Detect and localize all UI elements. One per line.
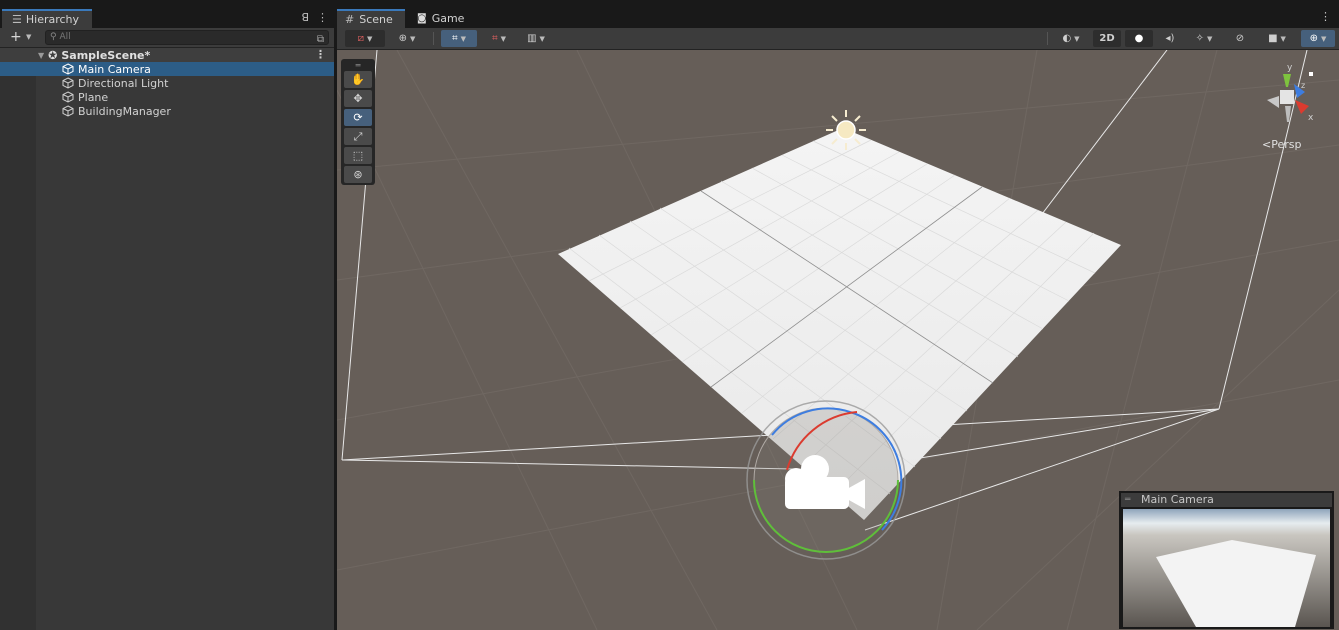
tab-scene[interactable]: # Scene	[337, 9, 405, 28]
search-placeholder: All	[59, 32, 71, 42]
search-icon: ⚲	[50, 32, 57, 42]
gameobject-cube-icon	[62, 63, 74, 75]
hierarchy-item-directional-light[interactable]: Directional Light	[0, 76, 334, 90]
audio-toggle[interactable]: ◂)	[1157, 30, 1183, 47]
2d-label: 2D	[1099, 33, 1115, 44]
snap-increment-icon: ⌗	[491, 33, 498, 44]
chevron-left-icon: <	[1262, 138, 1272, 151]
expand-arrow-icon[interactable]: ▼	[38, 51, 44, 60]
projection-toggle[interactable]: <Persp	[1262, 138, 1301, 151]
scene-menu-icon[interactable]: ⋮	[315, 48, 326, 61]
scene-panel: # Scene ◙ Game ⋮ ⧄ ▼ ⊕ ▼ ⌗ ▼ ⌗ ▼ ▥ ▼ ◐ ▼ 2D	[337, 7, 1339, 630]
gameobject-cube-icon	[62, 77, 74, 89]
tab-label: Game	[431, 12, 465, 25]
scene-viewport[interactable]: ═ ✋ ✥ ⟳ ⤢ ⬚ ⊛ y z x <Persp ═ Main Camera	[337, 50, 1339, 630]
drag-handle-icon: ═	[1125, 495, 1131, 505]
scene-visibility-icon[interactable]: ⧉	[317, 33, 324, 46]
hierarchy-tabbar: ☰ Hierarchy ꓭ ⋮	[0, 7, 334, 28]
gizmo-globe-icon: ⊕	[1309, 33, 1318, 44]
hierarchy-item-main-camera[interactable]: Main Camera	[0, 62, 334, 76]
rect-tool-icon[interactable]: ⬚	[344, 147, 372, 164]
hierarchy-tree: ▼ ✪ SampleScene* ⋮ Main Camera Direction…	[0, 48, 334, 630]
transform-tool-icon[interactable]: ⊛	[344, 166, 372, 183]
camera-icon: ■	[1268, 33, 1278, 44]
grid-icon: #	[345, 13, 355, 26]
camera-preview-render	[1123, 509, 1330, 627]
tab-label: Scene	[359, 13, 393, 26]
camera-settings-dropdown[interactable]: ■ ▼	[1257, 30, 1297, 47]
kebab-menu-icon[interactable]: ⋮	[317, 11, 328, 24]
eye-slash-icon: ⊘	[1235, 33, 1245, 44]
grid-snap-toggle[interactable]: ⌗ ▼	[441, 30, 477, 47]
hierarchy-panel: ☰ Hierarchy ꓭ ⋮ + ▼ ⚲ All ⧉ ▼ ✪ SampleSc…	[0, 7, 334, 630]
scene-row[interactable]: ▼ ✪ SampleScene* ⋮	[0, 48, 334, 62]
globe-icon: ⊕	[398, 33, 407, 44]
effects-icon: ✧	[1195, 33, 1204, 44]
camera-preview-header[interactable]: ═ Main Camera	[1121, 493, 1332, 507]
scene-tools-overlay: ═ ✋ ✥ ⟳ ⤢ ⬚ ⊛	[341, 59, 375, 185]
ruler-grid-icon: ▥	[527, 33, 537, 44]
item-label: Directional Light	[78, 76, 169, 90]
scene-name: SampleScene*	[61, 48, 151, 62]
camera-preview-title: Main Camera	[1141, 493, 1214, 506]
draw-mode-dropdown[interactable]: ⧄ ▼	[345, 30, 385, 47]
hierarchy-item-building-manager[interactable]: BuildingManager	[0, 104, 334, 118]
2d-toggle-button[interactable]: 2D	[1093, 30, 1121, 47]
gameobject-cube-icon	[62, 91, 74, 103]
item-label: BuildingManager	[78, 104, 171, 118]
gizmo-y-label: y	[1287, 63, 1293, 73]
lightbulb-icon: ●	[1134, 33, 1144, 44]
gizmo-x-label: x	[1308, 113, 1314, 123]
hierarchy-item-plane[interactable]: Plane	[0, 90, 334, 104]
snap-increment-dropdown[interactable]: ⌗ ▼	[481, 30, 517, 47]
scale-tool-icon[interactable]: ⤢	[344, 128, 372, 145]
item-label: Plane	[78, 90, 109, 104]
add-object-button[interactable]: +	[10, 30, 22, 44]
hierarchy-search-input[interactable]: ⚲ All ⧉	[45, 30, 329, 45]
rotate-tool-icon[interactable]: ⟳	[344, 109, 372, 126]
chevron-down-icon[interactable]: ▼	[26, 33, 31, 41]
camera-preview-overlay: ═ Main Camera	[1119, 491, 1334, 629]
effects-dropdown[interactable]: ✧ ▼	[1185, 30, 1223, 47]
hierarchy-tab-label: Hierarchy	[25, 13, 80, 26]
drag-handle-icon[interactable]: ═	[344, 61, 372, 70]
hidden-objects-toggle[interactable]: ⊘	[1227, 30, 1253, 47]
list-icon: ☰	[12, 13, 22, 26]
hierarchy-tab[interactable]: ☰ Hierarchy	[2, 9, 92, 28]
hand-tool-icon[interactable]: ✋	[344, 71, 372, 88]
move-tool-icon[interactable]: ✥	[344, 90, 372, 107]
gameobject-cube-icon	[62, 105, 74, 117]
visibility-gutter[interactable]	[0, 48, 36, 630]
gamepad-icon: ◙	[417, 13, 427, 24]
hierarchy-toolbar: + ▼ ⚲ All ⧉	[0, 28, 334, 48]
gizmos-dropdown[interactable]: ⊕ ▼	[1301, 30, 1335, 47]
kebab-menu-icon[interactable]: ⋮	[1320, 10, 1331, 23]
scene-tabbar: # Scene ◙ Game ⋮	[337, 7, 1339, 28]
global-toggle[interactable]: ⊕ ▼	[389, 30, 425, 47]
lighting-toggle[interactable]: ●	[1125, 30, 1153, 47]
shading-mode-dropdown[interactable]: ◐ ▼	[1053, 30, 1089, 47]
speaker-icon: ◂)	[1165, 33, 1175, 44]
sphere-icon: ◐	[1062, 33, 1072, 44]
grid-visibility-dropdown[interactable]: ▥ ▼	[519, 30, 553, 47]
scene-toolbar: ⧄ ▼ ⊕ ▼ ⌗ ▼ ⌗ ▼ ▥ ▼ ◐ ▼ 2D ● ◂) ✧ ▼ ⊘ ■ …	[337, 28, 1339, 50]
unity-scene-icon: ✪	[48, 48, 58, 62]
tab-game[interactable]: ◙ Game	[409, 9, 477, 28]
gizmo-z-label: z	[1301, 81, 1305, 90]
projection-label: Persp	[1271, 138, 1302, 151]
lock-icon[interactable]: ꓭ	[301, 11, 309, 24]
shaded-mode-icon: ⧄	[357, 33, 364, 44]
grid-snap-icon: ⌗	[451, 33, 458, 44]
item-label: Main Camera	[78, 62, 151, 76]
sun-light-icon[interactable]	[826, 110, 866, 150]
orientation-gizmo[interactable]: y z x	[1247, 60, 1327, 130]
